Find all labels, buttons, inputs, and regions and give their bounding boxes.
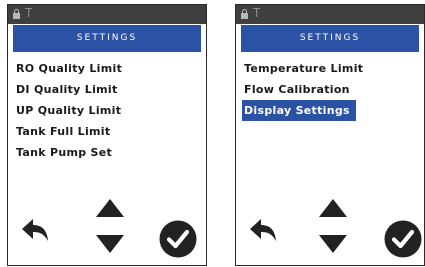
checkmark-icon	[384, 220, 422, 258]
status-label: T	[25, 6, 33, 20]
up-button[interactable]	[95, 198, 125, 218]
settings-menu: Temperature Limit Flow Calibration Displ…	[242, 58, 418, 121]
settings-menu: RO Quality Limit DI Quality Limit UP Qua…	[14, 58, 200, 163]
status-label: T	[253, 6, 261, 20]
back-button[interactable]	[248, 217, 278, 243]
menu-item-flow-calibration[interactable]: Flow Calibration	[242, 79, 418, 100]
settings-screen-1: T SETTINGS RO Quality Limit DI Quality L…	[7, 4, 207, 266]
lock-icon	[241, 8, 250, 21]
status-bar: T	[236, 5, 424, 24]
down-button[interactable]	[95, 234, 125, 254]
menu-item-display-settings[interactable]: Display Settings	[242, 100, 356, 121]
back-arrow-icon	[250, 219, 276, 241]
back-arrow-icon	[22, 219, 48, 241]
confirm-button[interactable]	[159, 220, 197, 258]
up-button[interactable]	[318, 198, 348, 218]
up-arrow-icon	[96, 199, 124, 217]
back-button[interactable]	[20, 217, 50, 243]
menu-item-up-quality-limit[interactable]: UP Quality Limit	[14, 100, 200, 121]
down-arrow-icon	[96, 235, 124, 253]
confirm-button[interactable]	[384, 220, 422, 258]
menu-item-ro-quality-limit[interactable]: RO Quality Limit	[14, 58, 200, 79]
menu-item-tank-pump-set[interactable]: Tank Pump Set	[14, 142, 200, 163]
status-bar: T	[8, 5, 206, 24]
menu-item-tank-full-limit[interactable]: Tank Full Limit	[14, 121, 200, 142]
settings-screen-2: T SETTINGS Temperature Limit Flow Calibr…	[235, 4, 425, 266]
page-title: SETTINGS	[241, 25, 419, 52]
up-arrow-icon	[319, 199, 347, 217]
lock-icon	[13, 8, 22, 21]
menu-item-temperature-limit[interactable]: Temperature Limit	[242, 58, 418, 79]
down-arrow-icon	[319, 235, 347, 253]
menu-item-di-quality-limit[interactable]: DI Quality Limit	[14, 79, 200, 100]
checkmark-icon	[159, 220, 197, 258]
down-button[interactable]	[318, 234, 348, 254]
page-title: SETTINGS	[13, 25, 201, 52]
